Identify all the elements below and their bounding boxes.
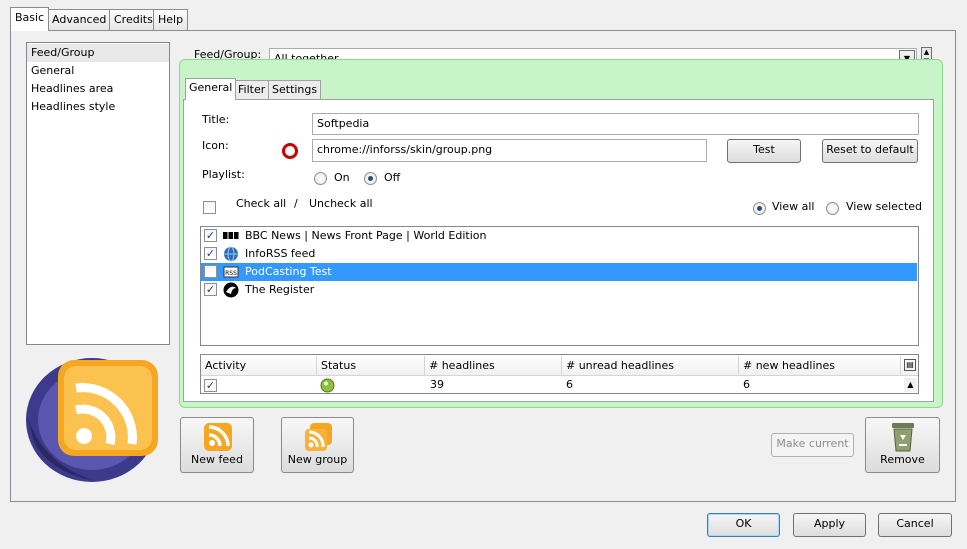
feed-row-podcasting[interactable]: RSS PodCasting Test (201, 263, 917, 281)
test-button[interactable]: Test (727, 139, 801, 163)
nav-item-headlines-style[interactable]: Headlines style (27, 98, 169, 116)
subtab-settings[interactable]: Settings (268, 80, 322, 99)
column-picker-icon[interactable]: ▤ (904, 359, 916, 371)
cancel-button[interactable]: Cancel (878, 513, 952, 537)
feed-checkbox[interactable]: ✓ (204, 247, 217, 260)
tab-help[interactable]: Help (153, 9, 189, 30)
nav-item-general[interactable]: General (27, 62, 169, 80)
bbc-logo-icon (223, 232, 239, 239)
status-light-icon (320, 378, 335, 393)
feed-name: InfoRSS feed (245, 247, 316, 260)
icon-path-input[interactable]: chrome://inforss/skin/group.png (312, 139, 707, 162)
col-activity[interactable]: Activity (201, 356, 317, 376)
rss-group-icon (305, 423, 332, 451)
new-count: 6 (743, 378, 750, 391)
reset-to-default-button[interactable]: Reset to default (822, 139, 918, 163)
new-feed-label: New feed (191, 453, 243, 466)
uncheck-all-link[interactable]: Uncheck all (309, 197, 373, 210)
nav-list: Feed/Group General Headlines area Headli… (26, 42, 170, 345)
make-current-button[interactable]: Make current (771, 433, 854, 457)
playlist-label: Playlist: (202, 168, 245, 181)
feed-checkbox[interactable]: ✓ (204, 229, 217, 242)
icon-label: Icon: (202, 139, 229, 152)
separator-text: / (294, 197, 298, 210)
apply-button[interactable]: Apply (793, 513, 866, 537)
ring-icon (282, 143, 298, 159)
inforss-logo-icon (26, 358, 158, 482)
rss-badge-icon: RSS (223, 266, 239, 278)
feed-checkbox[interactable] (204, 265, 217, 278)
feed-name: BBC News | News Front Page | World Editi… (245, 229, 487, 242)
view-selected-label: View selected (846, 200, 923, 213)
select-all-checkbox[interactable] (203, 201, 216, 214)
register-logo-icon (223, 282, 239, 298)
playlist-off-radio[interactable] (364, 172, 377, 185)
feed-row-register[interactable]: ✓ The Register (201, 281, 917, 299)
playlist-on-radio[interactable] (314, 172, 327, 185)
col-new-headlines[interactable]: # new headlines (739, 356, 901, 376)
globe-icon (224, 246, 238, 262)
view-all-radio[interactable] (753, 202, 766, 215)
title-input[interactable]: Softpedia (312, 113, 919, 135)
headlines-count: 39 (430, 378, 444, 391)
feed-checkbox[interactable]: ✓ (204, 283, 217, 296)
recycle-bin-icon (892, 423, 914, 452)
playlist-off-label: Off (384, 171, 401, 184)
feed-row-inforss[interactable]: ✓ InfoRSS feed (201, 245, 917, 263)
feed-name: PodCasting Test (245, 265, 332, 278)
remove-label: Remove (880, 453, 925, 466)
tab-credits[interactable]: Credits (109, 9, 158, 30)
check-all-link[interactable]: Check all (236, 197, 286, 210)
new-feed-button[interactable]: New feed (180, 417, 254, 473)
playlist-on-label: On (334, 171, 350, 184)
col-status[interactable]: Status (317, 356, 425, 376)
feed-row-bbc[interactable]: ✓ BBC News | News Front Page | World Edi… (201, 227, 917, 245)
subtab-filter[interactable]: Filter (234, 80, 270, 99)
col-unread-headlines[interactable]: # unread headlines (562, 356, 739, 376)
new-group-button[interactable]: New group (281, 417, 354, 473)
view-all-label: View all (772, 200, 815, 213)
unread-count: 6 (566, 378, 573, 391)
view-selected-radio[interactable] (826, 202, 839, 215)
nav-item-feed-group[interactable]: Feed/Group (27, 44, 169, 62)
tab-basic[interactable]: Basic (10, 7, 50, 31)
tab-advanced[interactable]: Advanced (47, 9, 112, 30)
new-group-label: New group (287, 453, 348, 466)
feed-name: The Register (245, 283, 315, 296)
scroll-up-icon[interactable]: ▲ (904, 378, 917, 392)
remove-button[interactable]: Remove (865, 417, 940, 473)
title-label: Title: (202, 113, 230, 126)
subtab-general[interactable]: General (185, 78, 237, 100)
activity-checkbox[interactable]: ✓ (204, 379, 217, 392)
rss-feed-icon (204, 423, 232, 451)
svg-text:RSS: RSS (225, 270, 237, 277)
col-headlines[interactable]: # headlines (425, 356, 562, 376)
ok-button[interactable]: OK (707, 513, 780, 537)
nav-item-headlines-area[interactable]: Headlines area (27, 80, 169, 98)
arrow-up-icon[interactable]: ▲ (922, 48, 931, 57)
